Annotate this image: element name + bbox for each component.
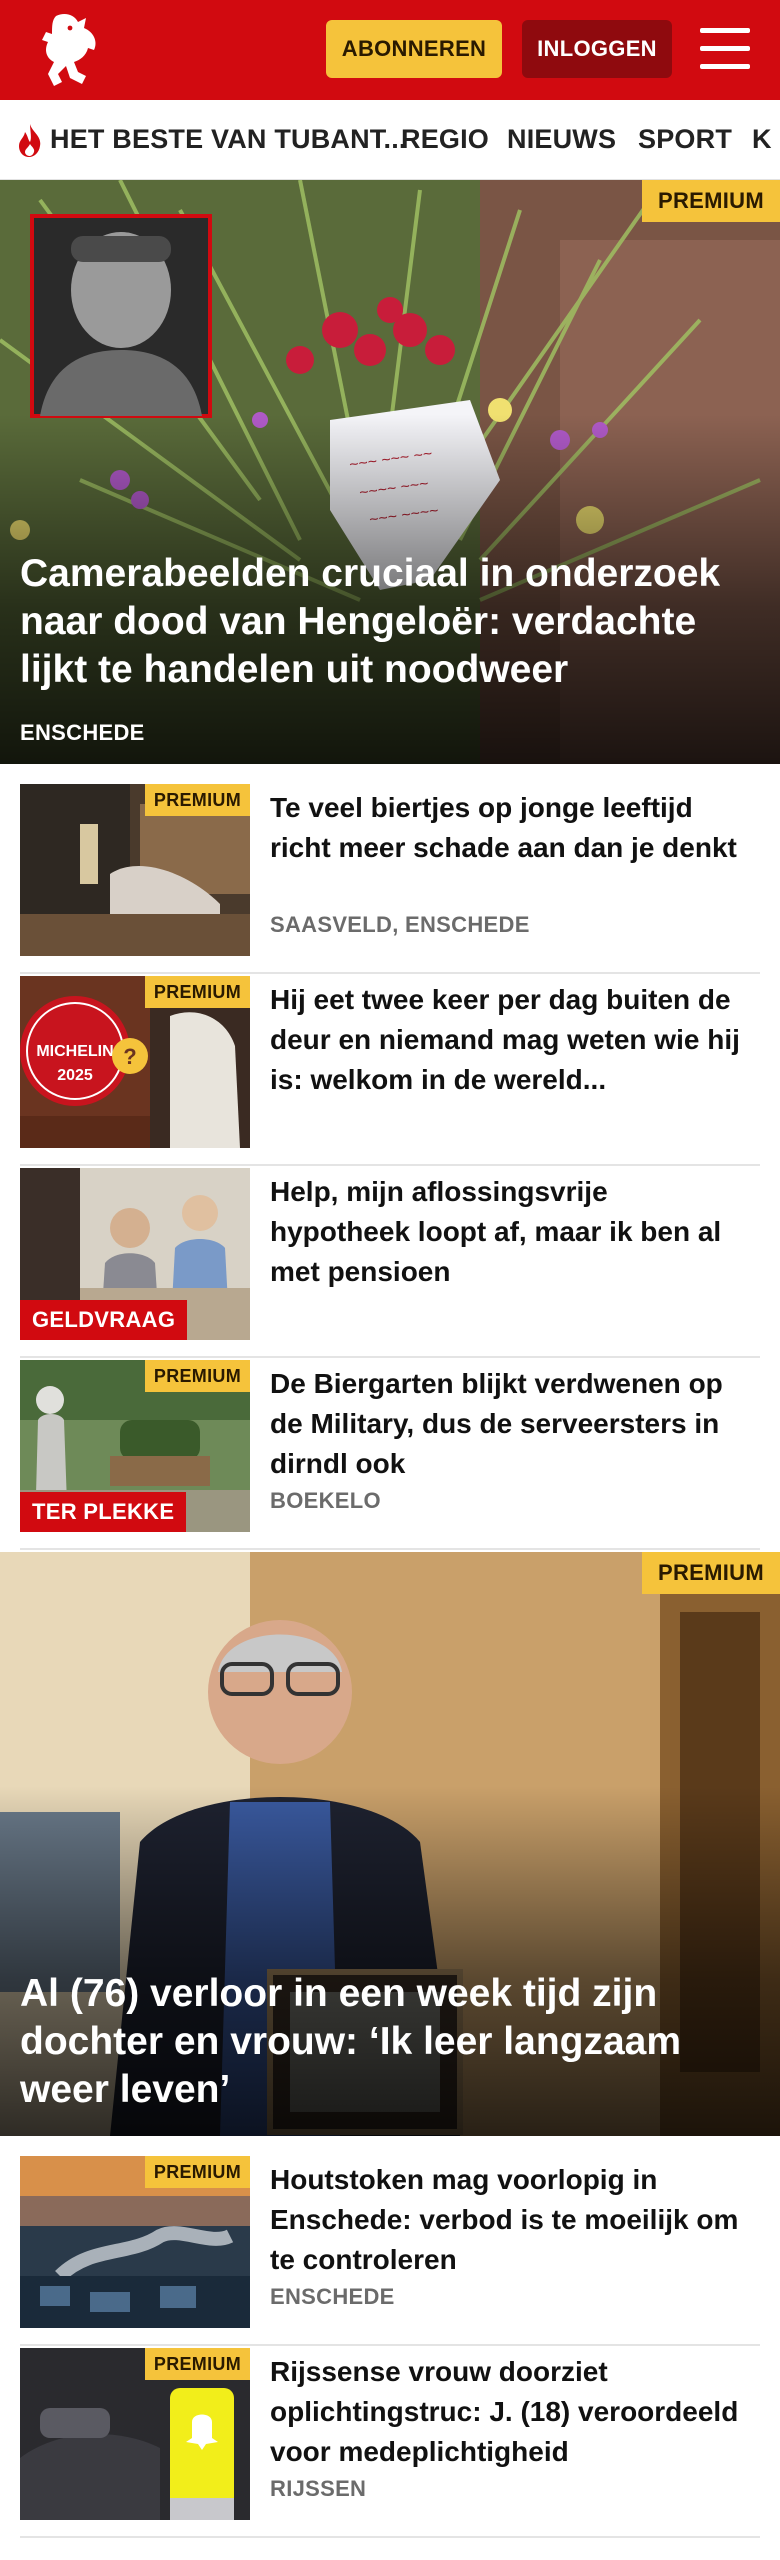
article-thumbnail: PREMIUM TER PLEKKE xyxy=(20,1360,250,1532)
article-thumbnail: PREMIUM xyxy=(20,784,250,956)
nav-item-best-of[interactable]: HET BESTE VAN TUBANT... xyxy=(50,124,407,155)
article-item[interactable]: PREMIUM Houtstoken mag voorlopig in Ensc… xyxy=(20,2156,760,2346)
hero-article-2[interactable]: PREMIUM Al (76) verloor in een week tijd… xyxy=(0,1552,780,2136)
menu-icon[interactable] xyxy=(700,26,752,72)
hero-title[interactable]: Camerabeelden cruciaal in onderzoek naar… xyxy=(20,550,756,694)
svg-text:?: ? xyxy=(123,1044,136,1069)
article-item[interactable]: PREMIUM Rijssense vrouw doorziet oplicht… xyxy=(20,2348,760,2538)
premium-badge: PREMIUM xyxy=(144,976,250,1008)
article-title[interactable]: Help, mijn aflossingsvrije hypotheek loo… xyxy=(270,1172,750,1292)
premium-badge: PREMIUM xyxy=(144,2348,250,2380)
premium-badge: PREMIUM xyxy=(144,1360,250,1392)
tubantia-horse-logo[interactable] xyxy=(34,10,108,90)
article-thumbnail: MICHELIN 2025 ? PREMIUM xyxy=(20,976,250,1148)
article-item[interactable]: MICHELIN 2025 ? PREMIUM Hij eet twee kee… xyxy=(20,976,760,1166)
premium-badge: PREMIUM xyxy=(144,784,250,816)
nav-item-regio[interactable]: REGIO xyxy=(401,124,489,155)
article-title[interactable]: Te veel biertjes op jonge leeftijd richt… xyxy=(270,788,750,868)
category-label: TER PLEKKE xyxy=(20,1492,187,1532)
article-location: SAASVELD, ENSCHEDE xyxy=(270,912,530,937)
article-item[interactable]: PREMIUM Te veel biertjes op jonge leefti… xyxy=(20,784,760,974)
article-thumbnail: PREMIUM xyxy=(20,2348,250,2520)
nav-item-more[interactable]: K xyxy=(752,124,772,155)
svg-text:MICHELIN: MICHELIN xyxy=(36,1043,113,1060)
subscribe-button[interactable]: ABONNEREN xyxy=(326,20,502,78)
hero-article-1[interactable]: ~~~ ~~~ ~~ ~~~~ ~~~ ~~~ ~~~~ PREMIUM Cam… xyxy=(0,180,780,764)
premium-badge: PREMIUM xyxy=(144,2156,250,2188)
article-thumbnail: PREMIUM xyxy=(20,2156,250,2328)
article-title[interactable]: Hij eet twee keer per dag buiten de deur… xyxy=(270,980,750,1100)
article-title[interactable]: Houtstoken mag voorlopig in Enschede: ve… xyxy=(270,2160,750,2280)
flame-icon xyxy=(16,122,44,158)
article-item[interactable]: GELDVRAAG Help, mijn aflossingsvrije hyp… xyxy=(20,1168,760,1358)
hero-location: ENSCHEDE xyxy=(20,720,145,745)
article-title[interactable]: De Biergarten blijkt verdwenen op de Mil… xyxy=(270,1364,750,1484)
hero-title[interactable]: Al (76) verloor in een week tijd zijn do… xyxy=(20,1970,756,2114)
site-header: ABONNEREN INLOGGEN xyxy=(0,0,780,100)
premium-badge: PREMIUM xyxy=(642,180,780,222)
article-item[interactable]: PREMIUM TER PLEKKE De Biergarten blijkt … xyxy=(20,1360,760,1550)
article-title[interactable]: Rijssense vrouw doorziet oplichtingstruc… xyxy=(270,2352,750,2472)
premium-badge: PREMIUM xyxy=(642,1552,780,1594)
login-button[interactable]: INLOGGEN xyxy=(522,20,672,78)
category-label: GELDVRAAG xyxy=(20,1300,188,1340)
article-thumbnail: GELDVRAAG xyxy=(20,1168,250,1340)
nav-item-sport[interactable]: SPORT xyxy=(638,124,732,155)
section-nav: HET BESTE VAN TUBANT... REGIO NIEUWS SPO… xyxy=(0,100,780,180)
nav-item-nieuws[interactable]: NIEUWS xyxy=(507,124,616,155)
article-location: RIJSSEN xyxy=(270,2476,367,2501)
article-location: BOEKELO xyxy=(270,1488,381,1513)
article-location: ENSCHEDE xyxy=(270,2284,395,2309)
svg-text:2025: 2025 xyxy=(57,1067,93,1084)
